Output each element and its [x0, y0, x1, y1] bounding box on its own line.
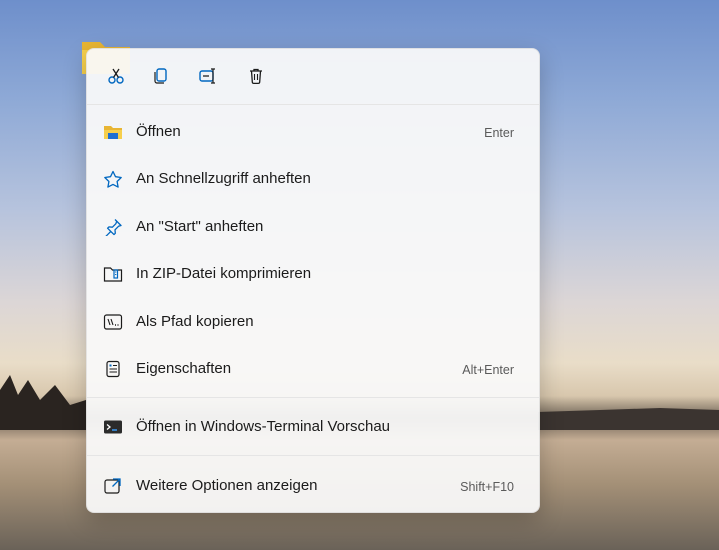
context-toolbar	[87, 49, 539, 103]
more-options-icon	[104, 478, 121, 494]
copy-button[interactable]	[146, 62, 176, 90]
separator	[87, 397, 539, 398]
cut-icon	[108, 68, 124, 84]
delete-button[interactable]	[241, 62, 271, 90]
menu-item-label: Weitere Optionen anzeigen	[136, 477, 318, 494]
menu-item-shortcut: Shift+F10	[460, 480, 514, 494]
menu-item-properties[interactable]: Eigenschaften Alt+Enter	[93, 349, 533, 389]
zip-icon	[103, 267, 123, 282]
separator	[87, 455, 539, 456]
context-menu: Öffnen Enter An Schnellzugriff anheften …	[86, 48, 540, 513]
menu-item-more-options[interactable]: Weitere Optionen anzeigen Shift+F10	[93, 466, 533, 506]
cut-button[interactable]	[101, 62, 131, 90]
pin-icon	[105, 219, 122, 236]
menu-item-label: Öffnen in Windows-Terminal Vorschau	[136, 418, 391, 435]
folder-open-icon	[104, 126, 122, 139]
menu-item-label: An "Start" anheften	[136, 218, 264, 235]
menu-item-pin-quick-access[interactable]: An Schnellzugriff anheften	[93, 159, 533, 199]
menu-item-label: Öffnen	[136, 123, 181, 140]
menu-item-open-terminal[interactable]: Öffnen in Windows-Terminal Vorschau	[93, 407, 533, 447]
menu-item-copy-path[interactable]: Als Pfad kopieren	[93, 302, 533, 342]
menu-item-shortcut: Enter	[484, 126, 514, 140]
copy-icon	[154, 68, 167, 84]
properties-icon	[106, 360, 120, 378]
terminal-icon	[104, 420, 122, 434]
menu-item-zip[interactable]: In ZIP-Datei komprimieren	[93, 254, 533, 294]
menu-item-shortcut: Alt+Enter	[462, 363, 514, 377]
menu-item-label: An Schnellzugriff anheften	[136, 170, 311, 187]
menu-item-open[interactable]: Öffnen Enter	[93, 112, 533, 152]
delete-icon	[250, 68, 262, 85]
menu-item-label: Eigenschaften	[136, 360, 232, 377]
separator	[87, 104, 539, 105]
rename-button[interactable]	[193, 62, 223, 90]
menu-item-pin-start[interactable]: An "Start" anheften	[93, 207, 533, 247]
menu-item-label: In ZIP-Datei komprimieren	[136, 265, 312, 282]
star-icon	[104, 170, 122, 188]
menu-item-label: Als Pfad kopieren	[136, 313, 254, 330]
rename-icon	[199, 68, 215, 84]
copy-path-icon	[103, 314, 123, 330]
